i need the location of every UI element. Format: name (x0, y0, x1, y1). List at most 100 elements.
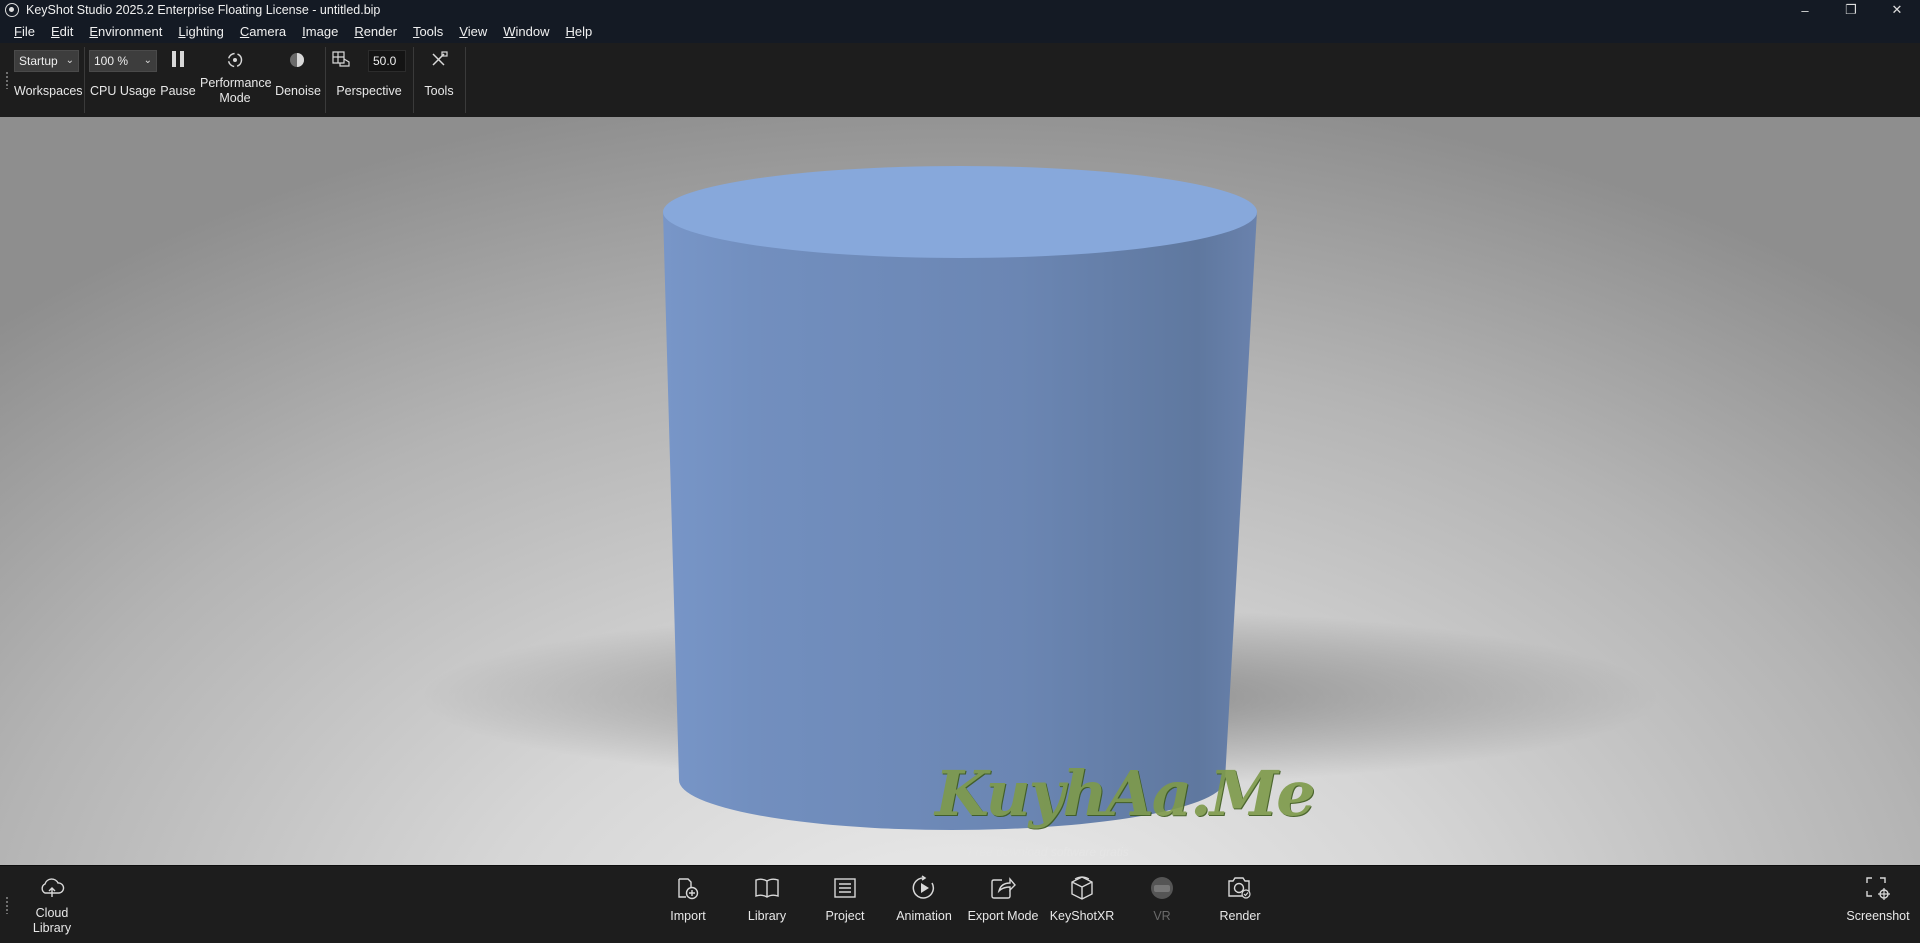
performance-mode-icon[interactable] (225, 50, 245, 70)
library-label: Library (747, 909, 787, 923)
keyshotxr-label: KeyShotXR (1049, 909, 1115, 923)
cloud-library-label-line1: Cloud (35, 906, 69, 920)
workspaces-value: Startup (19, 54, 58, 68)
menu-window-rest: indow (515, 24, 550, 39)
screenshot-button[interactable]: Screenshot (1842, 866, 1914, 943)
project-icon (833, 874, 857, 902)
bottom-toolbar: Cloud Library Import Library Project Ani… (0, 865, 1920, 943)
menu-render-mnemonic: R (354, 24, 364, 39)
render-viewport[interactable]: KuyhAa.Me Free download software gratis (0, 117, 1920, 865)
screenshot-label: Screenshot (1846, 909, 1910, 923)
menu-view-rest: iew (467, 24, 488, 39)
tools-label[interactable]: Tools (418, 84, 460, 99)
menu-help[interactable]: Help (566, 24, 593, 39)
library-icon (754, 874, 780, 902)
cpu-usage-value: 100 % (94, 54, 129, 68)
menu-lighting[interactable]: Lighting (178, 24, 224, 39)
export-mode-button[interactable]: Export Mode (965, 866, 1041, 943)
menu-image-rest: mage (305, 24, 339, 39)
restore-button[interactable]: ❐ (1828, 0, 1874, 20)
watermark-logo: KuyhAa.Me (935, 757, 1316, 830)
render-button[interactable]: Render (1212, 866, 1268, 943)
menu-help-mnemonic: H (565, 24, 575, 39)
performance-mode-label[interactable]: Performance Mode (200, 76, 272, 106)
menu-render-rest: ender (363, 24, 397, 39)
window-title: KeyShot Studio 2025.2 Enterprise Floatin… (26, 3, 381, 17)
toolbar-separator (465, 47, 466, 113)
performance-mode-label-line2: Mode (219, 91, 251, 105)
animation-button[interactable]: Animation (891, 866, 957, 943)
toolbar-grip-handle[interactable] (5, 71, 9, 89)
workspaces-label: Workspaces (14, 84, 83, 98)
workspaces-select[interactable]: Startup ⌄ (14, 50, 79, 72)
export-mode-label: Export Mode (967, 909, 1039, 923)
menu-edit-rest: dit (59, 24, 74, 39)
vr-button[interactable]: VR (1134, 866, 1190, 943)
keyshot-logo-icon (5, 3, 19, 17)
import-icon (675, 874, 701, 902)
cpu-usage-select[interactable]: 100 % ⌄ (89, 50, 157, 72)
bottombar-grip-handle[interactable] (5, 896, 9, 914)
export-mode-icon (990, 874, 1016, 902)
menu-bar: File Edit Environment Lighting Camera Im… (0, 20, 1920, 43)
perspective-label: Perspective (336, 84, 402, 98)
menu-edit-mnemonic: E (50, 24, 60, 39)
menu-lighting-rest: ighting (185, 24, 224, 39)
menu-environment[interactable]: Environment (89, 24, 162, 39)
menu-edit[interactable]: Edit (51, 24, 73, 39)
cloud-library-label-line2: Library (32, 921, 72, 935)
vr-label: VR (1153, 909, 1171, 923)
menu-help-rest: elp (574, 24, 593, 39)
toolbar-separator (325, 47, 326, 113)
cloud-library-label: Cloud Library (33, 906, 71, 936)
menu-file-rest: ile (21, 24, 35, 39)
import-button[interactable]: Import (660, 866, 716, 943)
cpu-usage-label: CPU Usage (90, 84, 156, 98)
close-button[interactable]: ✕ (1874, 0, 1920, 20)
performance-mode-label-line1: Performance (200, 76, 272, 90)
ribbon-toolbar: Startup ⌄ Workspaces 100 % ⌄ CPU Usage P… (0, 43, 1920, 118)
toolbar-separator (413, 47, 414, 113)
menu-tools-rest: ools (419, 24, 444, 39)
menu-file-mnemonic: F (14, 24, 22, 39)
perspective-fov-input[interactable]: 50.0 (368, 50, 406, 72)
cylinder-body (663, 212, 1257, 830)
denoise-icon[interactable] (287, 50, 307, 70)
screenshot-icon (1865, 874, 1891, 902)
menu-tools[interactable]: Tools (413, 24, 443, 39)
animation-icon (911, 874, 937, 902)
render-icon (1227, 874, 1253, 902)
watermark-subtitle: Free download software gratis (968, 845, 1129, 859)
cloud-library-button[interactable]: Cloud Library (22, 866, 82, 943)
tools-icon[interactable] (429, 50, 449, 70)
menu-lighting-mnemonic: L (178, 24, 186, 39)
window-controls: – ❐ ✕ (1782, 0, 1920, 20)
pause-label[interactable]: Pause (158, 84, 198, 99)
menu-image[interactable]: Image (302, 24, 338, 39)
perspective-grid-icon[interactable] (330, 49, 352, 69)
menu-view-mnemonic: V (459, 24, 468, 39)
cloud-library-icon (39, 874, 65, 902)
menu-window[interactable]: Window (503, 24, 549, 39)
chevron-down-icon: ⌄ (143, 55, 152, 66)
cylinder-model[interactable] (0, 117, 1920, 865)
menu-camera-mnemonic: C (239, 24, 250, 39)
keyshotxr-icon (1069, 874, 1095, 902)
menu-environment-mnemonic: E (89, 24, 99, 39)
import-label: Import (670, 909, 706, 923)
menu-view[interactable]: View (459, 24, 487, 39)
menu-camera-rest: amera (249, 24, 287, 39)
menu-render[interactable]: Render (354, 24, 397, 39)
keyshotxr-button[interactable]: KeyShotXR (1049, 866, 1115, 943)
menu-environment-rest: nvironment (98, 24, 163, 39)
toolbar-separator (84, 47, 85, 113)
project-button[interactable]: Project (817, 866, 873, 943)
title-bar: KeyShot Studio 2025.2 Enterprise Floatin… (0, 0, 1920, 20)
render-label: Render (1219, 909, 1261, 923)
minimize-button[interactable]: – (1782, 0, 1828, 20)
pause-icon[interactable] (168, 49, 188, 69)
denoise-label[interactable]: Denoise (273, 84, 323, 99)
menu-camera[interactable]: Camera (240, 24, 286, 39)
menu-file[interactable]: File (14, 24, 35, 39)
library-button[interactable]: Library (739, 866, 795, 943)
